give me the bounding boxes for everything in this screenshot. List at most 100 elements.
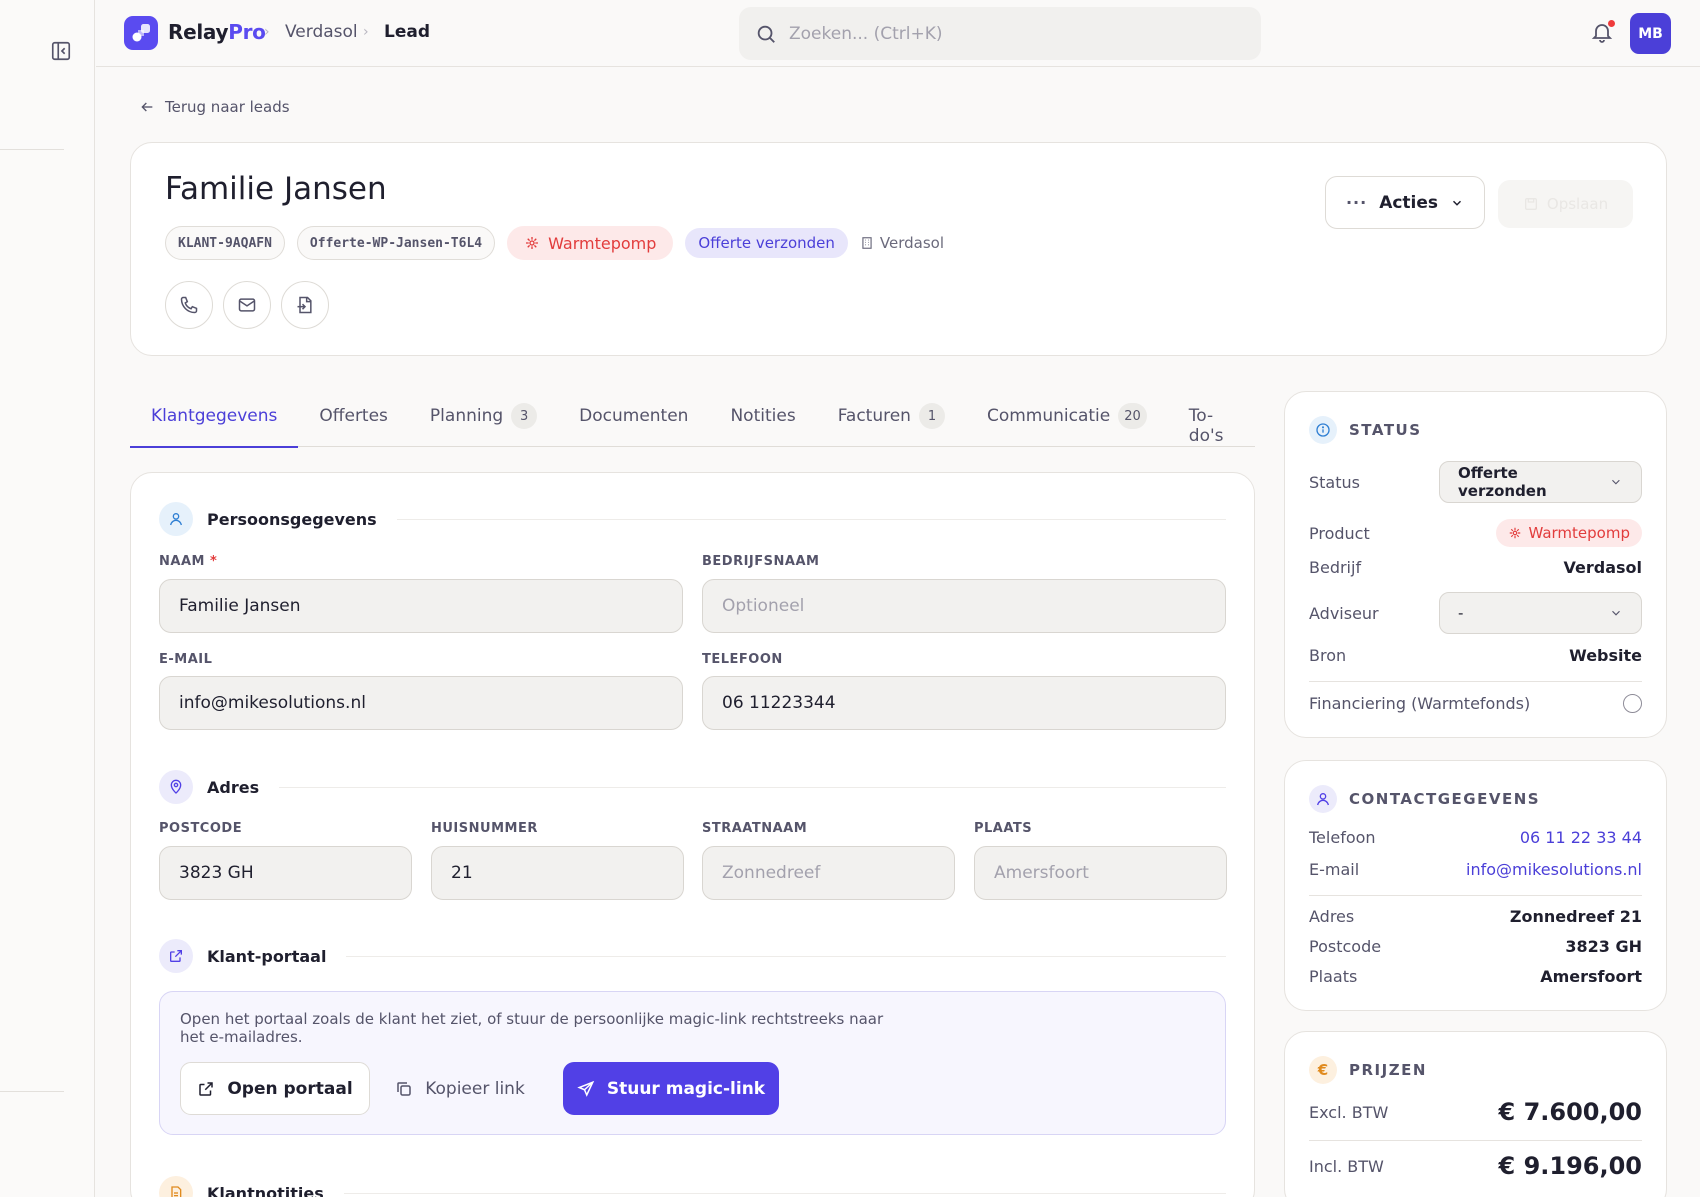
chevron-down-icon: [1612, 610, 1620, 616]
advisor-select[interactable]: -: [1439, 592, 1642, 634]
quote-id-chip[interactable]: Offerte-WP-Jansen-T6L4: [296, 226, 496, 260]
send-magic-link-button[interactable]: Stuur magic-link: [563, 1062, 779, 1115]
advisor-label: Adviseur: [1309, 603, 1379, 623]
price-incl-label: Incl. BTW: [1309, 1156, 1384, 1176]
product-badge: Warmtepomp: [507, 226, 674, 260]
euro-icon: €: [1309, 1056, 1337, 1084]
section-header-portal: Klant-portaal: [159, 939, 1226, 973]
save-label: Opslaan: [1546, 195, 1609, 213]
city-label: Plaats: [1309, 967, 1358, 986]
back-label: Terug naar leads: [165, 98, 290, 116]
tab-planning[interactable]: Planning 3: [409, 392, 558, 447]
product-label: Warmtepomp: [548, 233, 657, 253]
document-button[interactable]: [281, 281, 329, 329]
section-title: Klant-portaal: [207, 946, 327, 966]
financing-label: Financiering (Warmtefonds): [1309, 694, 1531, 713]
contact-card: CONTACTGEGEVENS Telefoon 06 11 22 33 44 …: [1284, 760, 1667, 1011]
heat-pump-icon: [526, 237, 539, 249]
breadcrumb-current: Lead: [384, 22, 431, 42]
status-select[interactable]: Offerte verzonden: [1439, 461, 1642, 503]
tab-notities[interactable]: Notities: [709, 392, 816, 447]
postcode-field[interactable]: 3823 GH: [159, 846, 412, 900]
email-link[interactable]: info@mikesolutions.nl: [1466, 860, 1642, 879]
company-name-field[interactable]: Optioneel: [702, 579, 1226, 633]
chevron-down-icon: [1612, 479, 1620, 485]
map-pin-icon: [159, 770, 193, 804]
divider: [1309, 1140, 1642, 1141]
open-portal-button[interactable]: Open portaal: [180, 1062, 370, 1115]
avatar[interactable]: MB: [1630, 13, 1671, 54]
price-incl-value: € 9.196,00: [1498, 1152, 1642, 1180]
save-icon: [1524, 198, 1537, 210]
phone-field[interactable]: 06 11223344: [702, 676, 1226, 730]
price-excl-label: Excl. BTW: [1309, 1102, 1389, 1122]
search-input[interactable]: Zoeken... (Ctrl+K): [739, 7, 1261, 60]
tab-facturen[interactable]: Facturen 1: [817, 392, 966, 447]
product-label: Product: [1309, 523, 1370, 543]
address-label: Adres: [1309, 907, 1355, 926]
financing-toggle[interactable]: [1623, 694, 1642, 713]
arrow-left-icon: [141, 102, 153, 112]
open-portal-label: Open portaal: [227, 1078, 353, 1099]
file-export-icon: [297, 296, 312, 314]
city-label: PLAATS: [974, 821, 1033, 836]
section-title: Adres: [207, 777, 260, 797]
tab-communicatie[interactable]: Communicatie 20: [966, 392, 1168, 447]
tab-count: 20: [1118, 403, 1147, 429]
tab-label: Notities: [730, 406, 796, 426]
actions-menu-button[interactable]: ··· Acties: [1325, 176, 1485, 229]
name-field[interactable]: Familie Jansen: [159, 579, 683, 633]
prices-card: € PRIJZEN Excl. BTW € 7.600,00 Incl. BTW…: [1284, 1031, 1667, 1197]
copy-link-button[interactable]: Kopieer link: [390, 1062, 530, 1115]
email-button[interactable]: [223, 281, 271, 329]
status-label: Status: [1309, 472, 1360, 492]
status-card: STATUS Status Offerte verzonden Product …: [1284, 391, 1667, 738]
notifications-button[interactable]: [1590, 20, 1616, 46]
actions-label: Acties: [1379, 192, 1439, 213]
back-link[interactable]: Terug naar leads: [139, 98, 290, 116]
customer-details-card: Persoonsgegevens NAAM * Familie Jansen B…: [130, 472, 1255, 1197]
save-button[interactable]: Opslaan: [1498, 180, 1633, 228]
tab-todos[interactable]: To-do's: [1168, 392, 1255, 447]
topbar: RelayPro › Verdasol › Lead Zoeken... (Ct…: [96, 0, 1700, 67]
page-title: Familie Jansen: [165, 171, 387, 207]
chevron-right-icon: ›: [264, 24, 270, 40]
house-number-field[interactable]: 21: [431, 846, 684, 900]
section-header-persons: Persoonsgegevens: [159, 502, 1226, 536]
tab-label: Offertes: [319, 406, 388, 426]
tab-count: 3: [511, 403, 538, 429]
company-label: Verdasol: [879, 234, 945, 252]
product-value: Warmtepomp: [1528, 524, 1630, 542]
tab-label: Documenten: [579, 406, 689, 426]
divider: [1309, 681, 1642, 682]
search-icon: [757, 25, 775, 43]
search-placeholder: Zoeken... (Ctrl+K): [789, 23, 943, 44]
city-field[interactable]: Amersfoort: [974, 846, 1227, 900]
call-button[interactable]: [165, 281, 213, 329]
email-field[interactable]: info@mikesolutions.nl: [159, 676, 683, 730]
tab-klantgegevens[interactable]: Klantgegevens: [130, 392, 299, 448]
portal-description: Open het portaal zoals de klant het ziet…: [180, 1010, 884, 1046]
postcode-label: Postcode: [1309, 937, 1382, 956]
tab-documenten[interactable]: Documenten: [558, 392, 709, 447]
tab-offertes[interactable]: Offertes: [298, 392, 409, 447]
sidebar-rail: [0, 0, 95, 1197]
customer-id-chip[interactable]: KLANT-9AQAFN: [165, 226, 285, 260]
phone-icon: [180, 296, 198, 314]
phone-link[interactable]: 06 11 22 33 44: [1520, 828, 1642, 847]
street-label: STRAATNAAM: [702, 821, 808, 836]
sidebar-toggle-icon[interactable]: [50, 40, 72, 62]
company-value: Verdasol: [1563, 558, 1643, 577]
lead-header-card: Familie Jansen KLANT-9AQAFN Offerte-WP-J…: [130, 142, 1667, 356]
brand-name[interactable]: RelayPro: [168, 20, 266, 44]
postcode-value: 3823 GH: [1565, 937, 1642, 956]
name-label: NAAM *: [159, 554, 217, 569]
logo-icon[interactable]: [124, 16, 158, 50]
breadcrumb-company[interactable]: Verdasol: [285, 22, 358, 42]
external-link-icon: [159, 939, 193, 973]
company-tag: Verdasol: [860, 226, 944, 260]
rail-divider: [0, 149, 64, 150]
send-magic-link-label: Stuur magic-link: [606, 1078, 766, 1099]
user-icon: [159, 502, 193, 536]
street-field[interactable]: Zonnedreef: [702, 846, 955, 900]
